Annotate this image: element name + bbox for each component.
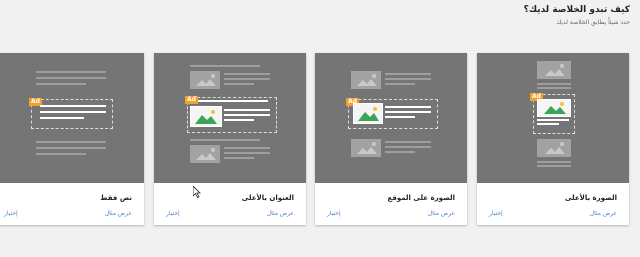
layout-name: الصورة بالأعلى xyxy=(564,194,617,202)
image-placeholder-icon xyxy=(351,139,381,157)
ad-badge: Ad xyxy=(185,96,198,104)
layout-card-title-top[interactable]: Ad العنوان بالأعلى عرض مثال إختيار xyxy=(154,53,306,225)
image-placeholder-icon xyxy=(537,61,571,79)
ad-image-icon xyxy=(190,106,222,127)
layout-name: العنوان بالأعلى xyxy=(241,194,294,202)
layout-preview-image-side: Ad xyxy=(315,53,467,183)
mouse-cursor-icon xyxy=(193,186,201,198)
layout-preview-title-top: Ad xyxy=(154,53,306,183)
image-placeholder-icon xyxy=(351,71,381,89)
ad-slot xyxy=(31,99,113,129)
layout-card-text-only[interactable]: Ad نص فقط عرض مثال إختيار xyxy=(0,53,144,225)
ad-image-icon xyxy=(353,103,383,124)
page-title: كيف تبدو الخلاصة لديك؟ xyxy=(523,5,630,15)
view-example-link[interactable]: عرض مثال xyxy=(105,210,132,217)
choose-link[interactable]: إختيار xyxy=(166,210,180,217)
layout-preview-image-top: Ad xyxy=(477,53,629,183)
choose-link[interactable]: إختيار xyxy=(4,210,18,217)
layout-preview-text-only: Ad xyxy=(0,53,144,183)
layout-name: الصورة على الموقع xyxy=(387,194,455,202)
layout-name: نص فقط xyxy=(100,194,132,202)
view-example-link[interactable]: عرض مثال xyxy=(428,210,455,217)
page-subtitle: حدد شيئاً يطابق الخلاصة لديك xyxy=(556,19,630,26)
layout-card-image-side[interactable]: Ad الصورة على الموقع عرض مثال إختيار xyxy=(315,53,467,225)
image-placeholder-icon xyxy=(537,139,571,157)
image-placeholder-icon xyxy=(190,145,220,163)
view-example-link[interactable]: عرض مثال xyxy=(590,210,617,217)
image-placeholder-icon xyxy=(190,71,220,89)
choose-link[interactable]: إختيار xyxy=(489,210,503,217)
choose-link[interactable]: إختيار xyxy=(327,210,341,217)
view-example-link[interactable]: عرض مثال xyxy=(267,210,294,217)
layout-card-image-top[interactable]: Ad الصورة بالأعلى عرض مثال إختيار xyxy=(477,53,629,225)
ad-image-icon xyxy=(537,99,571,117)
